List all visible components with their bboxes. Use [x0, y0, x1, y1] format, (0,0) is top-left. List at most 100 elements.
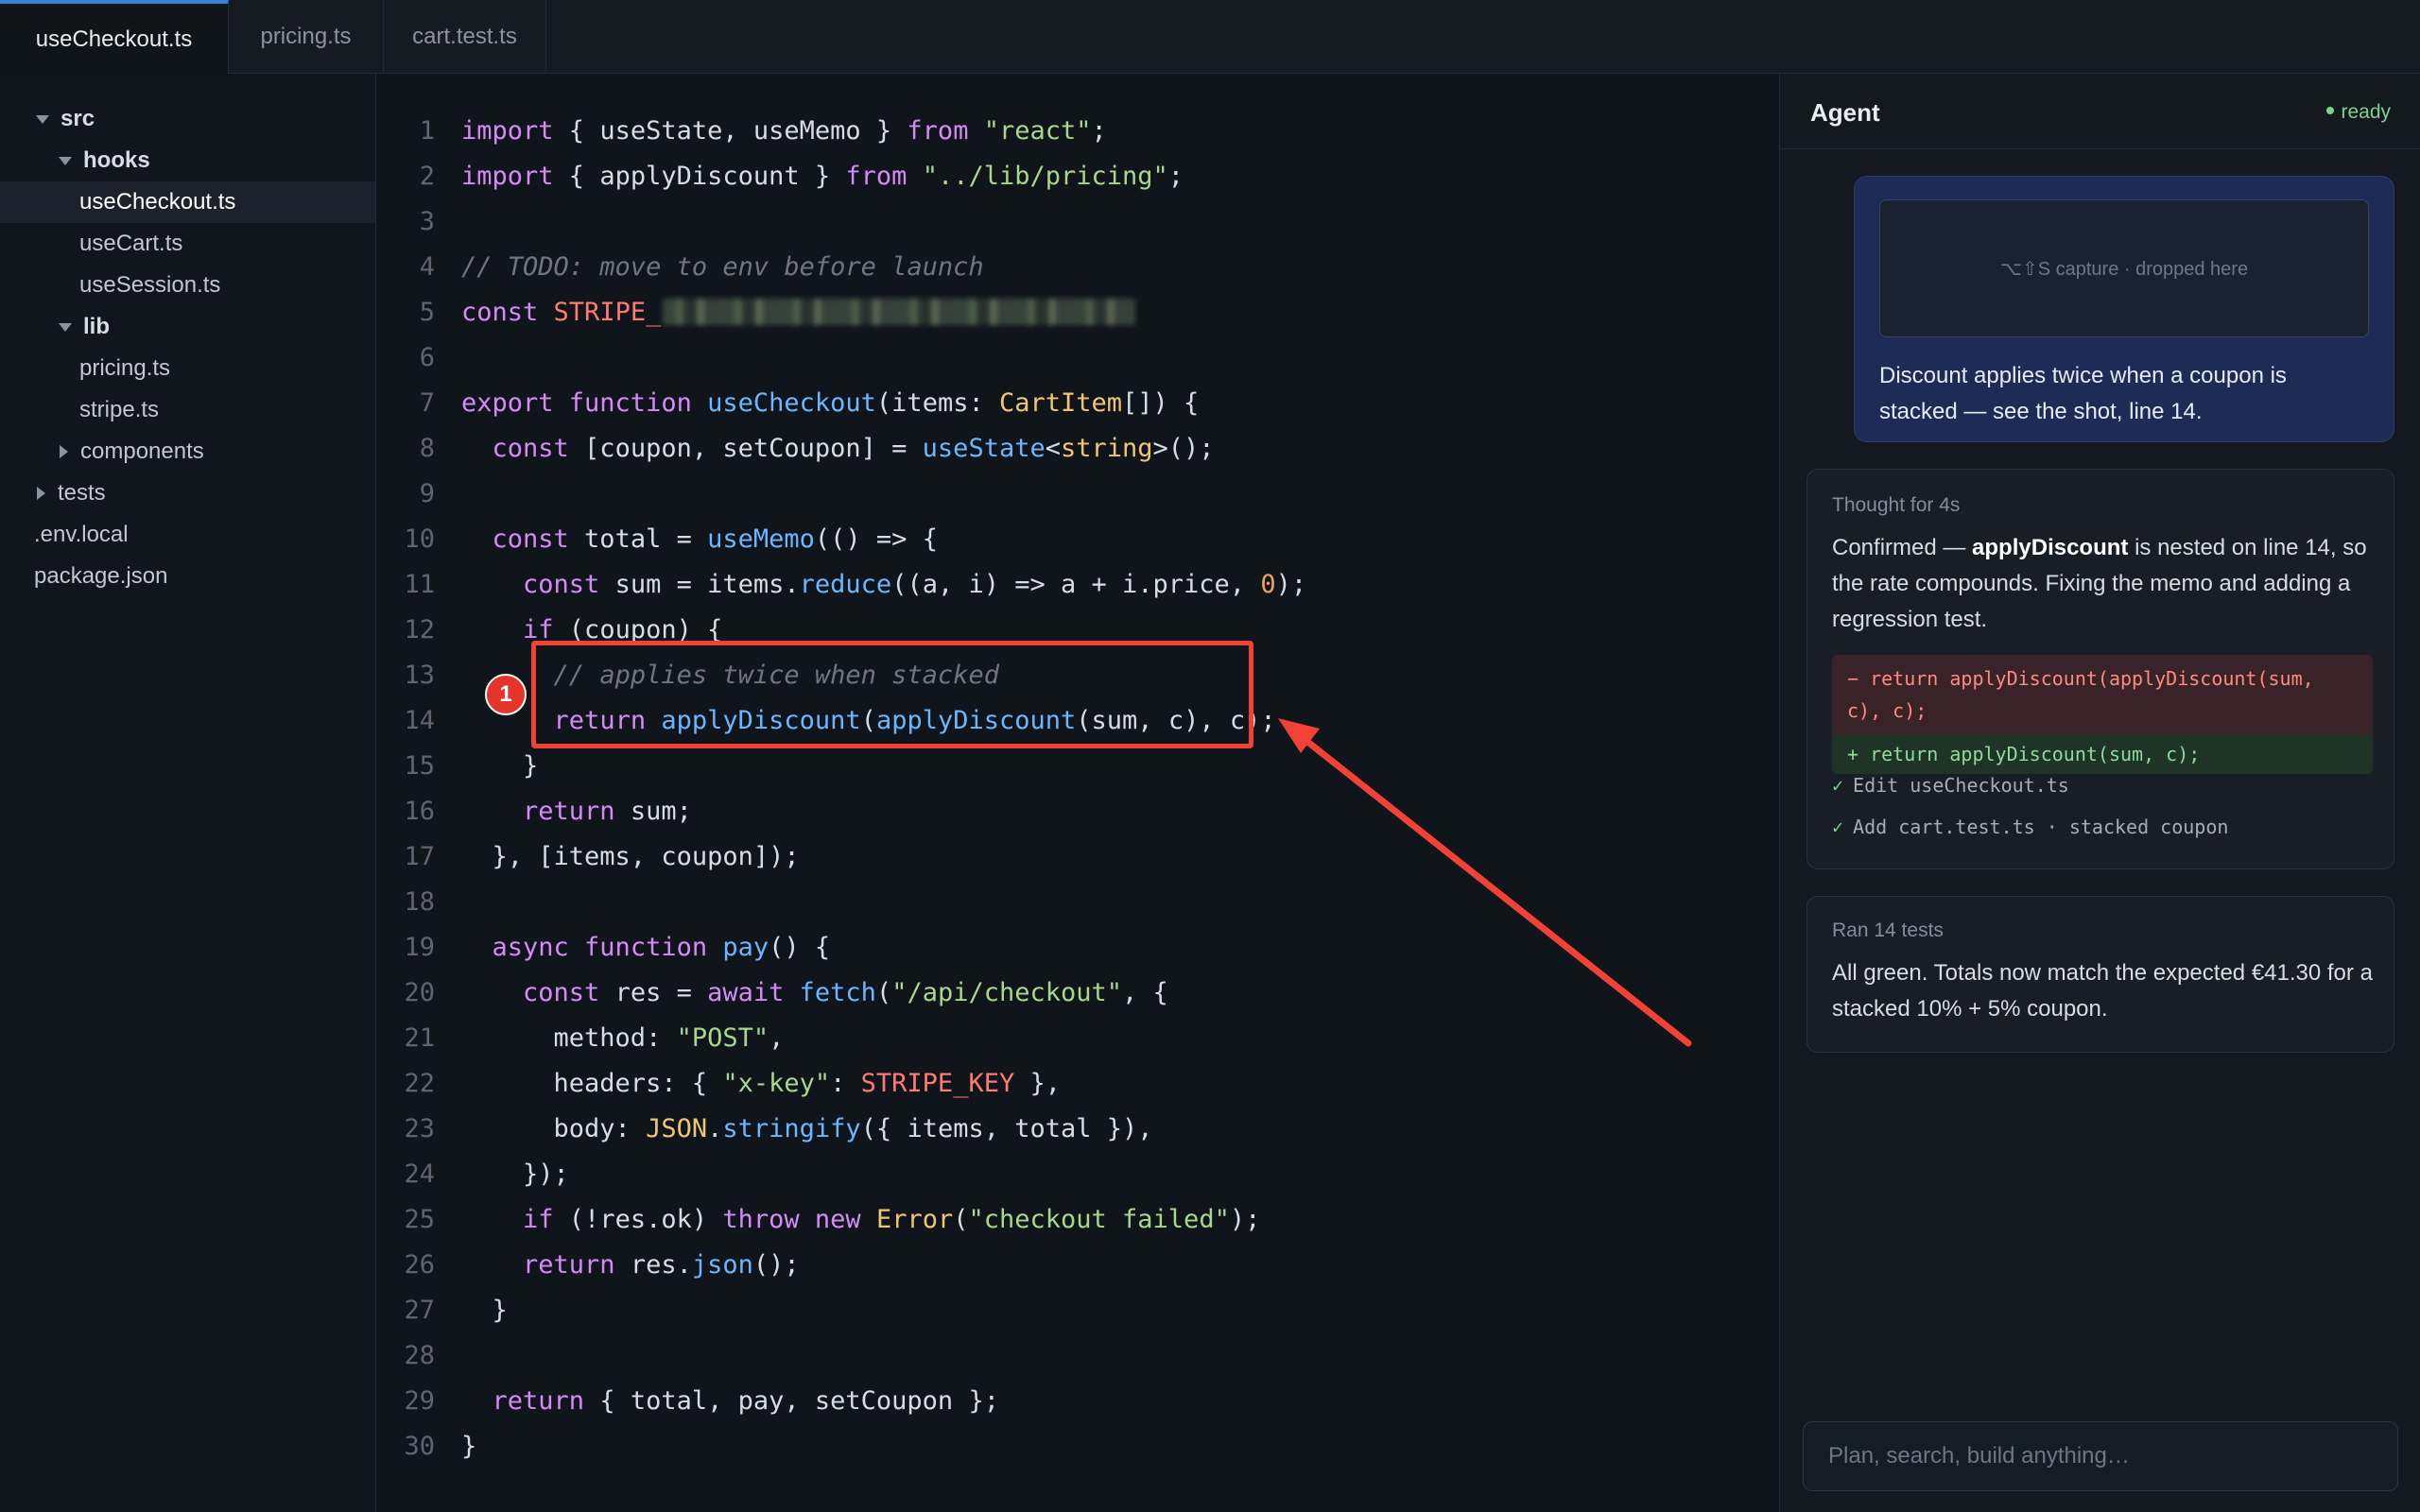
code-line[interactable]: 30}	[376, 1423, 1775, 1469]
line-number: 10	[404, 524, 435, 554]
code-token: // TODO: move to env before launch	[461, 251, 984, 282]
code-line[interactable]: 26 return res. json ();	[376, 1242, 1775, 1287]
code-line[interactable]: 11 const sum = items. reduce ((a, i) => a …	[376, 561, 1775, 607]
tree-file-usecart[interactable]: useCart.ts	[0, 223, 375, 265]
code-token: STRIPE_KEY	[860, 1068, 1015, 1098]
line-number: 23	[404, 1113, 435, 1143]
code-line[interactable]: 25 if (!res.ok) throw new Error("checkou…	[376, 1196, 1775, 1242]
code-token: }	[461, 750, 539, 781]
code-line[interactable]: 3	[376, 198, 1775, 244]
code-line[interactable]: 15 }	[376, 743, 1775, 788]
thought-text: Confirmed — applyDiscount is nested on l…	[1832, 530, 2380, 638]
diff-removed-line: − return applyDiscount(applyDiscount(sum…	[1832, 655, 2373, 734]
line-number: 4	[419, 251, 435, 282]
code-line[interactable]: 19 async function pay() {	[376, 924, 1775, 970]
file-explorer: src hooks useCheckout.ts useCart.ts useS…	[0, 74, 376, 1512]
code-token: "react"	[983, 115, 1092, 146]
tree-folder-components[interactable]: components	[0, 431, 375, 472]
code-line[interactable]: 6	[376, 335, 1775, 380]
code-line[interactable]: 9	[376, 471, 1775, 516]
line-number: 6	[419, 342, 435, 372]
code-token: { useState, useMemo }	[553, 115, 908, 146]
code-line[interactable]: 18	[376, 879, 1775, 924]
line-number: 20	[404, 977, 435, 1007]
code-token: "../lib/pricing"	[922, 161, 1168, 191]
code-line[interactable]: 10 const total = useMemo(() => {	[376, 516, 1775, 561]
tree-file-env[interactable]: .env.local	[0, 514, 375, 556]
tree-folder-hooks[interactable]: hooks	[0, 140, 375, 181]
tests-meta[interactable]: Ran 14 tests	[1832, 919, 1944, 942]
code-editor[interactable]: 1 import { useState, useMemo } from "reac…	[376, 74, 1779, 1512]
thought-meta[interactable]: Thought for 4s	[1832, 494, 1960, 517]
line-number: 19	[404, 932, 435, 962]
line-number: 15	[404, 750, 435, 781]
line-number: 26	[404, 1249, 435, 1280]
code-line[interactable]: 29 return { total, pay, setCoupon };	[376, 1378, 1775, 1423]
code-line[interactable]: 2 import { applyDiscount } from "../lib/p…	[376, 153, 1775, 198]
code-line[interactable]: 16 return sum;	[376, 788, 1775, 833]
code-token: const	[523, 569, 600, 599]
agent-panel: Agent ready ⌥⇧S capture · dropped here D…	[1779, 74, 2420, 1512]
agent-input[interactable]: Plan, search, build anything…	[1803, 1421, 2398, 1491]
tree-label: components	[80, 438, 204, 464]
tree-folder-src[interactable]: src	[0, 98, 375, 140]
code-token: import	[461, 161, 554, 191]
code-line[interactable]: 7 export function useCheckout (items: Cart…	[376, 380, 1775, 425]
tree-file-pricing[interactable]: pricing.ts	[0, 348, 375, 389]
code-line[interactable]: 23 body: JSON. stringify({ items, total }…	[376, 1106, 1775, 1151]
code-token: const	[523, 977, 600, 1007]
code-token: from	[845, 161, 908, 191]
tab-usecheckout[interactable]: useCheckout.ts	[0, 0, 229, 75]
code-line[interactable]: 5 const STRIPE_	[376, 289, 1775, 335]
code-token: total =	[568, 524, 708, 554]
tree-file-stripe[interactable]: stripe.ts	[0, 389, 375, 431]
code-token: ((a, i) => a + i.price,	[891, 569, 1261, 599]
code-line[interactable]: 22 headers: { "x-key": STRIPE_KEY },	[376, 1060, 1775, 1106]
code-token: const	[492, 433, 569, 463]
code-line[interactable]: 4 // TODO: move to env before launch	[376, 244, 1775, 289]
code-line[interactable]: 27 }	[376, 1287, 1775, 1332]
line-number: 28	[404, 1340, 435, 1370]
tab-bar: useCheckout.ts pricing.ts cart.test.ts	[0, 0, 2420, 75]
tree-file-package-json[interactable]: package.json	[0, 556, 375, 597]
code-token: );	[1229, 1204, 1261, 1234]
tree-file-usecheckout[interactable]: useCheckout.ts	[0, 181, 375, 223]
screenshot-attachment[interactable]: ⌥⇧S capture · dropped here	[1879, 199, 2369, 337]
code-token: 0	[1260, 569, 1276, 599]
code-line[interactable]: 24 });	[376, 1151, 1775, 1196]
code-line[interactable]: 8 const [coupon, setCoupon] = useState < s…	[376, 425, 1775, 471]
status-dot-icon	[2326, 107, 2335, 115]
tree-folder-tests[interactable]: tests	[0, 472, 375, 514]
line-number: 16	[404, 796, 435, 826]
diff-added-line: + return applyDiscount(sum, c);	[1832, 734, 2373, 774]
line-number: 27	[404, 1295, 435, 1325]
code-token: fetch	[799, 977, 876, 1007]
check-icon: ✓	[1832, 816, 1844, 838]
code-token: return	[492, 1385, 585, 1416]
tree-file-usesession[interactable]: useSession.ts	[0, 265, 375, 306]
tab-cart-test[interactable]: cart.test.ts	[384, 0, 546, 74]
tree-folder-lib[interactable]: lib	[0, 306, 375, 348]
line-number: 8	[419, 433, 435, 463]
code-line[interactable]: 28	[376, 1332, 1775, 1378]
agent-header: Agent ready	[1780, 74, 2420, 149]
code-line[interactable]: 20 const res = await fetch("/api/checkou…	[376, 970, 1775, 1015]
code-line[interactable]: 1 import { useState, useMemo } from "reac…	[376, 108, 1775, 153]
code-line[interactable]: 21 method: "POST",	[376, 1015, 1775, 1060]
status-text: ready	[2341, 101, 2391, 123]
code-token: "x-key"	[722, 1068, 831, 1098]
tab-pricing[interactable]: pricing.ts	[229, 0, 384, 74]
line-number: 3	[419, 206, 435, 236]
code-token: (!res.ok)	[553, 1204, 723, 1234]
line-number: 30	[404, 1431, 435, 1461]
line-number: 2	[419, 161, 435, 191]
code-line[interactable]: 17 }, [items, coupon]);	[376, 833, 1775, 879]
